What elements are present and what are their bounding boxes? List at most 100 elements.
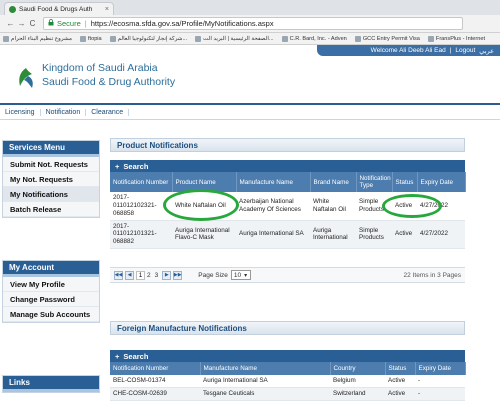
favicon-icon (9, 5, 16, 13)
status-badge: Active (385, 387, 415, 401)
foreign-search-header[interactable]: + Search (110, 350, 465, 362)
next-page-button[interactable]: ▶ (162, 270, 172, 280)
foreign-notifications-table: Notification Number Manufacture Name Cou… (110, 362, 466, 401)
account-menu: My Account View My Profile Change Passwo… (2, 260, 100, 323)
expiry-date: 4/27/2022 (417, 220, 465, 250)
page-size-select[interactable]: 10 ▾ (230, 270, 251, 281)
sidebar-item-my-notifications[interactable]: My Notifications (3, 187, 99, 202)
prev-page-button[interactable]: ◀ (125, 270, 134, 280)
bookmarks-bar: مشروع تنظيم البناء الحرام ftopia شركة إن… (0, 33, 500, 45)
url-separator: | (84, 19, 87, 28)
expiry-date: - (415, 387, 465, 401)
column-header[interactable]: Manufacture Name (236, 172, 311, 192)
url-input[interactable]: Secure | https://ecosma.sfda.gov.sa/Prof… (43, 17, 463, 30)
expiry-date: 4/27/2022 (417, 192, 465, 221)
foreign-notifications: Foreign Manufacture Notifications + Sear… (110, 321, 466, 401)
services-menu-title: Services Menu (3, 141, 99, 157)
brand-line-2: Saudi Food & Drug Authority (42, 76, 176, 88)
search-grid-title: Search (123, 161, 149, 171)
links-menu-title: Links (3, 376, 99, 392)
arabic-link[interactable]: عربي (479, 47, 494, 55)
foreign-search-title: Search (123, 351, 149, 361)
column-header[interactable]: Notification Type (356, 172, 393, 192)
expand-icon[interactable]: + (115, 162, 119, 171)
bookmark-icon (195, 35, 202, 42)
bookmark-icon (79, 35, 86, 42)
column-header[interactable]: Notification Number (110, 362, 201, 375)
bookmark-icon (3, 35, 9, 42)
column-header[interactable]: Expiry Date (417, 172, 466, 192)
column-header[interactable]: Status (385, 362, 416, 375)
sfda-logo-icon (19, 68, 33, 88)
sidebar-item-manage-sub-accounts[interactable]: Manage Sub Accounts (3, 307, 99, 322)
nav-notification[interactable]: Notification (41, 108, 87, 116)
browser-tab-bar: Saudi Food & Drugs Auth × (0, 0, 500, 15)
foreign-notifications-title: Foreign Manufacture Notifications (110, 321, 465, 335)
brand-name: White Naftalan Oil (310, 192, 356, 221)
page-link[interactable]: 3 (155, 272, 159, 279)
site-header: Welcome Ali Deeb Ali Ead | Logout عربي K… (0, 45, 500, 103)
bookmark-item[interactable]: شركة إنجاز لتكنولوجيا العالم... (109, 35, 187, 42)
browser-tab[interactable]: Saudi Food & Drugs Auth × (4, 2, 114, 15)
welcome-text: Welcome Ali Deeb Ali Ead (370, 47, 446, 54)
bookmark-item[interactable]: ftopia (79, 35, 102, 42)
notification-number: CHE-COSM-02639 (110, 387, 200, 401)
pager-info: 22 Items in 3 Pages (403, 271, 461, 279)
close-icon[interactable]: × (105, 6, 109, 13)
bookmark-item[interactable]: C.R. Bard, Inc. - Adven (281, 35, 347, 42)
column-header[interactable]: Notification Number (110, 172, 173, 192)
table-row[interactable]: 2017-011012102321-068858 White Naftalan … (110, 192, 465, 221)
column-header[interactable]: Status (392, 172, 418, 192)
bookmark-item[interactable]: FransPlus - Internet (427, 35, 485, 42)
column-header[interactable]: Product Name (172, 172, 237, 192)
back-icon[interactable]: ← (6, 19, 15, 28)
lock-icon (48, 19, 54, 28)
user-bar-separator: | (449, 47, 452, 54)
logout-link[interactable]: Logout (455, 47, 475, 54)
manufacture-name: Auriga International SA (236, 220, 310, 250)
sidebar-item-submit-requests[interactable]: Submit Not. Requests (3, 157, 99, 172)
url-text: https://ecosma.sfda.gov.sa/Profile/MyNot… (90, 19, 274, 28)
secure-label: Secure (57, 19, 81, 28)
sidebar-item-view-profile[interactable]: View My Profile (3, 277, 99, 292)
current-page[interactable]: 1 (136, 270, 145, 280)
page-link[interactable]: 2 (147, 272, 151, 279)
notification-number: BEL-COSM-01374 (110, 375, 200, 388)
bookmark-icon (427, 35, 434, 42)
manufacture-name: Tesgane Ceuticals (200, 387, 330, 401)
search-grid-header[interactable]: + Search (110, 160, 465, 172)
country: Switzerland (330, 387, 385, 401)
nav-licensing[interactable]: Licensing (0, 108, 41, 116)
table-row[interactable]: CHE-COSM-02639 Tesgane Ceuticals Switzer… (110, 387, 465, 401)
reload-icon[interactable]: C (28, 19, 37, 28)
bookmark-item[interactable]: مشروع تنظيم البناء الحرام (3, 35, 72, 42)
forward-icon[interactable]: → (17, 19, 26, 28)
table-row[interactable]: 2017-011012101321-068882 Auriga Internat… (110, 220, 465, 250)
table-row[interactable]: BEL-COSM-01374 Auriga International SA B… (110, 375, 465, 388)
services-menu: Services Menu Submit Not. Requests My No… (2, 140, 100, 218)
expand-icon[interactable]: + (115, 352, 119, 361)
brand-title: Kingdom of Saudi Arabia Saudi Food & Dru… (42, 62, 175, 88)
manufacture-name: Auriga International SA (200, 375, 330, 388)
brand-name: Auriga International (310, 220, 356, 250)
bookmark-item[interactable]: GCC Entry Permit Visa (354, 35, 420, 42)
bookmark-item[interactable]: الصفحة الرئيسية | البريد الت... (195, 35, 274, 42)
first-page-button[interactable]: ◀◀ (114, 270, 123, 280)
sidebar-item-batch-release[interactable]: Batch Release (3, 202, 99, 217)
account-menu-title: My Account (3, 261, 99, 277)
tab-title: Saudi Food & Drugs Auth (19, 5, 93, 13)
bookmark-icon (109, 35, 116, 42)
column-header[interactable]: Brand Name (310, 172, 357, 192)
page-size-value: 10 (233, 271, 242, 279)
last-page-button[interactable]: ▶▶ (173, 270, 183, 280)
expiry-date: - (415, 375, 465, 388)
notification-type: Simple Products (356, 192, 392, 221)
column-header[interactable]: Country (330, 362, 386, 375)
column-header[interactable]: Manufacture Name (200, 362, 331, 375)
status-badge: Active (385, 375, 415, 388)
column-header[interactable]: Expiry Date (415, 362, 466, 375)
sidebar-item-my-requests[interactable]: My Not. Requests (3, 172, 99, 187)
nav-clearance[interactable]: Clearance (86, 108, 130, 116)
sidebar-item-change-password[interactable]: Change Password (3, 292, 99, 307)
chevron-down-icon: ▾ (244, 272, 248, 279)
